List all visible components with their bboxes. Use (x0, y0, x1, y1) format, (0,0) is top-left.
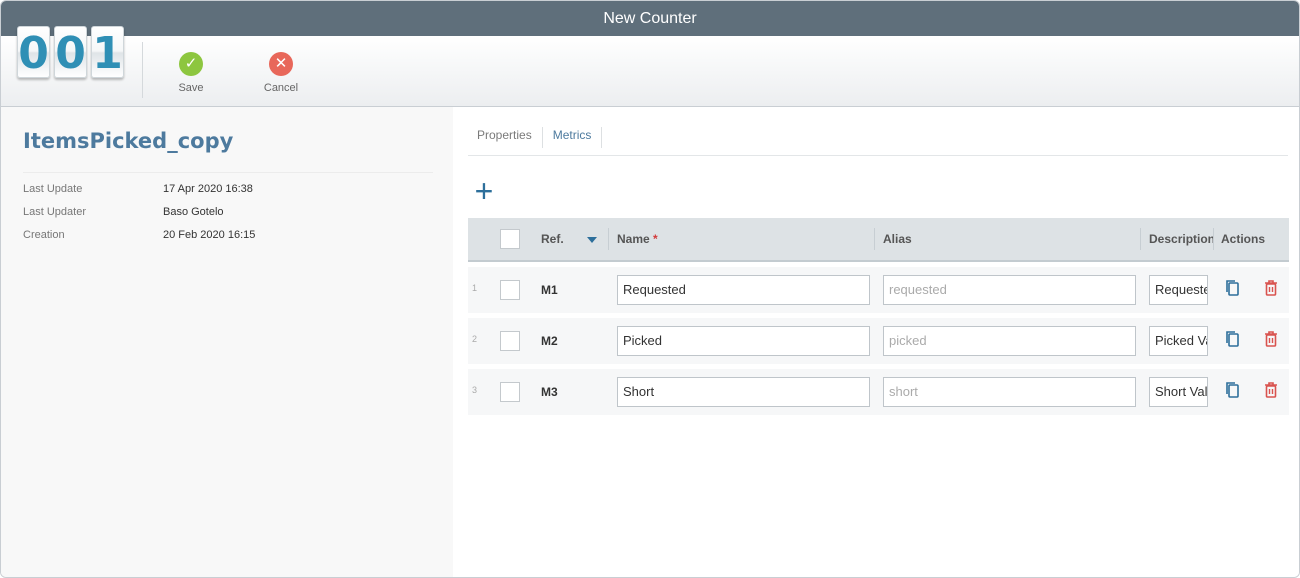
add-metric-button[interactable]: + (471, 175, 497, 207)
column-header-name: Name * (609, 218, 875, 260)
copy-icon[interactable] (1225, 381, 1241, 399)
meta-label: Creation (23, 229, 65, 241)
alias-input[interactable]: short (883, 377, 1136, 407)
row-number: 1 (472, 283, 478, 293)
column-header-description: Description (1141, 218, 1214, 260)
close-icon: ✕ (269, 52, 293, 76)
checkmark-icon: ✓ (179, 52, 203, 76)
trash-icon[interactable] (1263, 330, 1279, 348)
row-ref: M1 (541, 283, 558, 297)
select-all-checkbox[interactable] (500, 229, 520, 249)
table-header: Ref. Name * Alias Description Actions (468, 218, 1289, 262)
row-checkbox[interactable] (500, 280, 520, 300)
window-title: New Counter (1, 1, 1299, 36)
dialog-window: New Counter 0 0 1 ✓ Save ✕ Cancel ItemsP… (0, 0, 1300, 578)
cancel-label: Cancel (263, 82, 299, 94)
meta-label: Last Updater (23, 206, 86, 218)
divider (23, 172, 433, 173)
trash-icon[interactable] (1263, 279, 1279, 297)
alias-input[interactable]: picked (883, 326, 1136, 356)
meta-row-last-updater: Last Updater Baso Gotelo (23, 205, 255, 228)
save-label: Save (178, 82, 204, 94)
required-marker: * (653, 232, 658, 246)
metrics-table: Ref. Name * Alias Description Actions 1 … (468, 218, 1289, 415)
record-metadata: Last Update 17 Apr 2020 16:38 Last Updat… (23, 182, 255, 251)
counter-logo-icon: 0 0 1 (17, 26, 129, 84)
column-header-actions: Actions (1213, 218, 1289, 260)
name-input[interactable]: Requested (617, 275, 870, 305)
column-label: Description (1149, 232, 1214, 246)
toolbar: 0 0 1 ✓ Save ✕ Cancel (1, 26, 1299, 107)
trash-icon[interactable] (1263, 381, 1279, 399)
plus-icon: + (474, 173, 494, 209)
column-label: Name (617, 232, 650, 246)
alias-input[interactable]: requested (883, 275, 1136, 305)
metrics-panel: Properties Metrics + Ref. Name * Alias D… (453, 107, 1299, 577)
column-label: Alias (883, 232, 912, 246)
name-input[interactable]: Picked (617, 326, 870, 356)
logo-digit: 0 (17, 26, 50, 79)
logo-digit: 1 (91, 26, 124, 79)
sort-desc-icon[interactable] (587, 237, 597, 243)
tab-bar: Properties Metrics (468, 127, 1288, 156)
meta-value: 17 Apr 2020 16:38 (163, 183, 253, 195)
row-ref: M2 (541, 334, 558, 348)
column-header-ref[interactable]: Ref. (533, 218, 609, 260)
description-input[interactable]: Short Value (1149, 377, 1208, 407)
meta-label: Last Update (23, 183, 83, 195)
row-checkbox[interactable] (500, 382, 520, 402)
meta-value: Baso Gotelo (163, 206, 224, 218)
column-label: Ref. (541, 232, 564, 246)
toolbar-divider (142, 42, 143, 98)
copy-icon[interactable] (1225, 279, 1241, 297)
description-input[interactable]: Requested Value (1149, 275, 1208, 305)
row-checkbox[interactable] (500, 331, 520, 351)
table-row: 1 M1 Requested requested Requested Value (468, 267, 1289, 313)
record-info-panel: ItemsPicked_copy Last Update 17 Apr 2020… (1, 107, 453, 577)
name-input[interactable]: Short (617, 377, 870, 407)
row-number: 2 (472, 334, 478, 344)
row-ref: M3 (541, 385, 558, 399)
record-title: ItemsPicked_copy (23, 129, 234, 153)
tab-properties[interactable]: Properties (468, 127, 543, 148)
save-button[interactable]: ✓ Save (161, 52, 221, 94)
meta-row-last-update: Last Update 17 Apr 2020 16:38 (23, 182, 255, 205)
cancel-button[interactable]: ✕ Cancel (251, 52, 311, 94)
copy-icon[interactable] (1225, 330, 1241, 348)
column-label: Actions (1221, 232, 1266, 246)
meta-row-creation: Creation 20 Feb 2020 16:15 (23, 228, 255, 251)
row-number: 3 (472, 385, 478, 395)
table-row: 3 M3 Short short Short Value (468, 369, 1289, 415)
table-row: 2 M2 Picked picked Picked Value (468, 318, 1289, 364)
tab-metrics[interactable]: Metrics (543, 127, 603, 148)
column-header-alias: Alias (875, 218, 1141, 260)
logo-digit: 0 (54, 26, 87, 79)
meta-value: 20 Feb 2020 16:15 (163, 229, 256, 241)
description-input[interactable]: Picked Value (1149, 326, 1208, 356)
